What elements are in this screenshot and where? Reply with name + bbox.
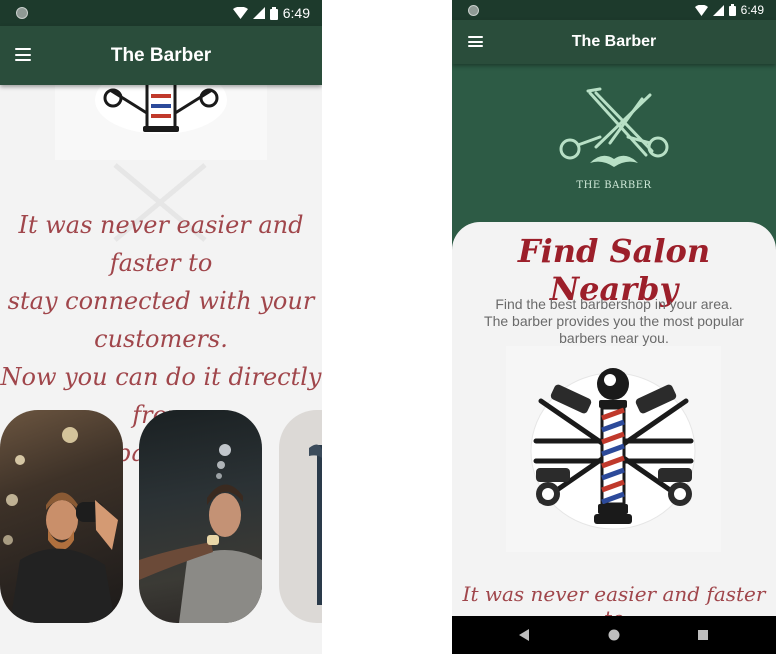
- barber-logo-icon: [559, 87, 669, 167]
- app-bar: The Barber: [0, 26, 322, 85]
- status-time: 6:49: [740, 3, 764, 17]
- status-time: 6:49: [282, 5, 310, 21]
- barber-pole-card: [506, 346, 721, 552]
- notification-dot-icon: [468, 5, 479, 16]
- battery-icon: [269, 6, 278, 20]
- description-line-1: Find the best barbershop in your area.: [495, 296, 733, 312]
- description-line-3: barbers near you.: [559, 330, 669, 346]
- signal-icon: [252, 7, 265, 19]
- wifi-icon: [694, 4, 708, 16]
- barber-photo-3[interactable]: [279, 410, 322, 623]
- wifi-icon: [232, 7, 248, 19]
- back-icon[interactable]: [519, 629, 531, 641]
- logo-text: THE BARBER: [576, 180, 652, 191]
- barber-photo-1[interactable]: [0, 410, 123, 623]
- navigation-bar: [452, 616, 776, 654]
- status-bar: 6:49: [0, 0, 322, 26]
- notification-dot-icon: [16, 7, 28, 19]
- right-phone-screen: THE BARBER Find Salon Nearby Find the be…: [452, 0, 776, 654]
- photo-carousel[interactable]: [0, 0, 322, 654]
- app-title: The Barber: [571, 33, 657, 50]
- barber-photo-2[interactable]: [139, 410, 262, 623]
- scroll-content[interactable]: It was never easier and faster to stay c…: [0, 0, 322, 654]
- section-description: Find the best barbershop in your area. T…: [452, 296, 776, 347]
- barber-pole-icon: [530, 368, 696, 530]
- status-bar: 6:49: [452, 0, 776, 20]
- recents-icon[interactable]: [698, 630, 709, 641]
- content-card[interactable]: Find Salon Nearby Find the best barbersh…: [452, 222, 776, 654]
- signal-icon: [712, 4, 724, 16]
- description-line-2: The barber provides you the most popular: [484, 313, 744, 329]
- left-phone-screen: It was never easier and faster to stay c…: [0, 0, 322, 654]
- battery-icon: [728, 4, 736, 16]
- home-icon[interactable]: [608, 629, 620, 641]
- app-bar: The Barber: [452, 20, 776, 64]
- app-title: The Barber: [110, 45, 212, 66]
